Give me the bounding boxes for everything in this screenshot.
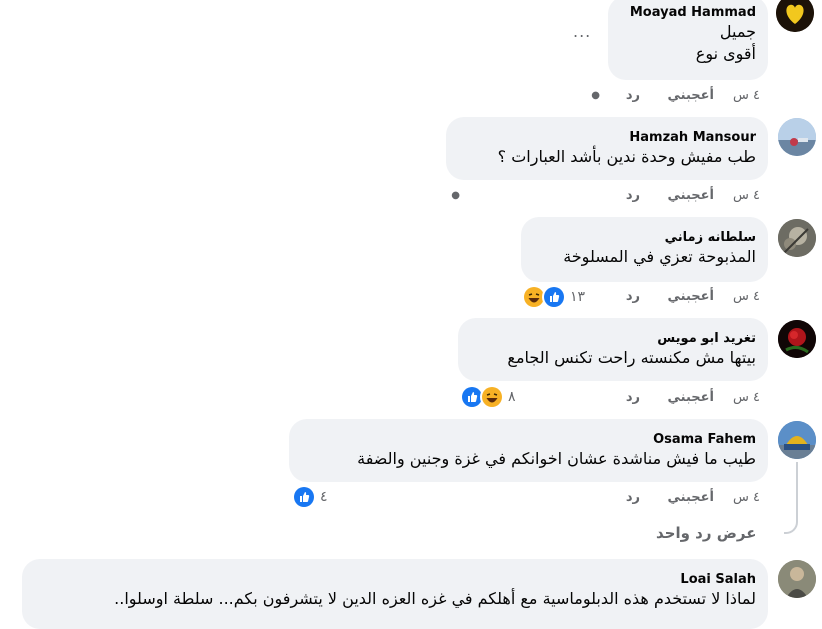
comment-text: المذبوحة تعزي في المسلوخة (563, 247, 756, 266)
avatar[interactable] (778, 421, 816, 459)
comment-actions: ٤ س أعجبني رد (590, 390, 760, 410)
reply-button[interactable]: رد (626, 490, 640, 505)
comment-author[interactable]: Hamzah Mansour (458, 129, 756, 146)
like-reaction-icon (292, 485, 316, 509)
more-options-icon[interactable]: ... (573, 22, 591, 41)
comment-bubble: Moayad Hammad جميل أقوى نوع (608, 0, 768, 80)
like-reaction-icon (542, 285, 566, 309)
comment-author[interactable]: Osama Fahem (301, 431, 756, 448)
comment-text: أقوى نوع (695, 44, 756, 63)
reply-button[interactable]: رد (626, 88, 640, 103)
avatar[interactable] (778, 219, 816, 257)
avatar[interactable] (776, 0, 814, 32)
comment-bubble: تغريد ابو مويس بيتها مش مكنسته راحت تكنس… (458, 318, 768, 381)
comment-author[interactable]: Loai Salah (34, 571, 756, 588)
reaction-summary[interactable]: ١٣ (522, 285, 586, 309)
reaction-count: ٤ (320, 489, 328, 505)
comment-actions: ٤ س أعجبني رد (590, 289, 760, 309)
avatar[interactable] (778, 118, 816, 156)
comment-text: طيب ما فيش مناشدة عشان اخوانكم في غزة وج… (357, 449, 756, 468)
separator-dot: ● (591, 90, 600, 101)
haha-reaction-icon (480, 385, 504, 409)
like-button[interactable]: أعجبني (668, 490, 714, 505)
comment-actions: ٤ س أعجبني رد ● (590, 88, 760, 108)
comment-bubble: Osama Fahem طيب ما فيش مناشدة عشان اخوان… (289, 419, 768, 482)
like-button[interactable]: أعجبني (668, 88, 714, 103)
reaction-summary[interactable]: ٨ (460, 385, 516, 409)
reaction-summary[interactable]: ٤ (292, 485, 328, 509)
timestamp[interactable]: ٤ س (733, 289, 760, 304)
view-one-reply-link[interactable]: عرض رد واحد (656, 524, 756, 542)
comment-actions: ٤ س أعجبني رد (590, 490, 760, 510)
separator-dot: ● (451, 190, 460, 201)
comment-actions: ٤ س أعجبني رد ● (450, 188, 760, 208)
like-button[interactable]: أعجبني (668, 390, 714, 405)
reaction-count: ١٣ (570, 289, 586, 305)
comment-author[interactable]: Moayad Hammad (620, 4, 756, 21)
thread-connector (784, 462, 798, 534)
comment-text: جميل (719, 22, 756, 41)
comment-author[interactable]: تغريد ابو مويس (470, 330, 756, 347)
like-button[interactable]: أعجبني (668, 188, 714, 203)
timestamp[interactable]: ٤ س (733, 88, 760, 103)
reaction-count: ٨ (508, 389, 516, 405)
like-button[interactable]: أعجبني (668, 289, 714, 304)
timestamp[interactable]: ٤ س (733, 390, 760, 405)
reply-button[interactable]: رد (626, 188, 640, 203)
timestamp[interactable]: ٤ س (733, 188, 760, 203)
comment-text: لماذا لا تستخدم هذه الدبلوماسية مع أهلكم… (114, 589, 756, 608)
comment-author[interactable]: سلطانه زماني (533, 229, 756, 246)
comment-bubble: Hamzah Mansour طب مفيش وحدة ندين بأشد ال… (446, 117, 768, 180)
reply-button[interactable]: رد (626, 289, 640, 304)
comment-text: بيتها مش مكنسته راحت تكنس الجامع (507, 348, 756, 367)
reply-button[interactable]: رد (626, 390, 640, 405)
comment-text: طب مفيش وحدة ندين بأشد العبارات ؟ (497, 147, 756, 166)
avatar[interactable] (778, 560, 816, 598)
timestamp[interactable]: ٤ س (733, 490, 760, 505)
comment-bubble: سلطانه زماني المذبوحة تعزي في المسلوخة (521, 217, 768, 282)
avatar[interactable] (778, 320, 816, 358)
comment-bubble: Loai Salah لماذا لا تستخدم هذه الدبلوماس… (22, 559, 768, 629)
